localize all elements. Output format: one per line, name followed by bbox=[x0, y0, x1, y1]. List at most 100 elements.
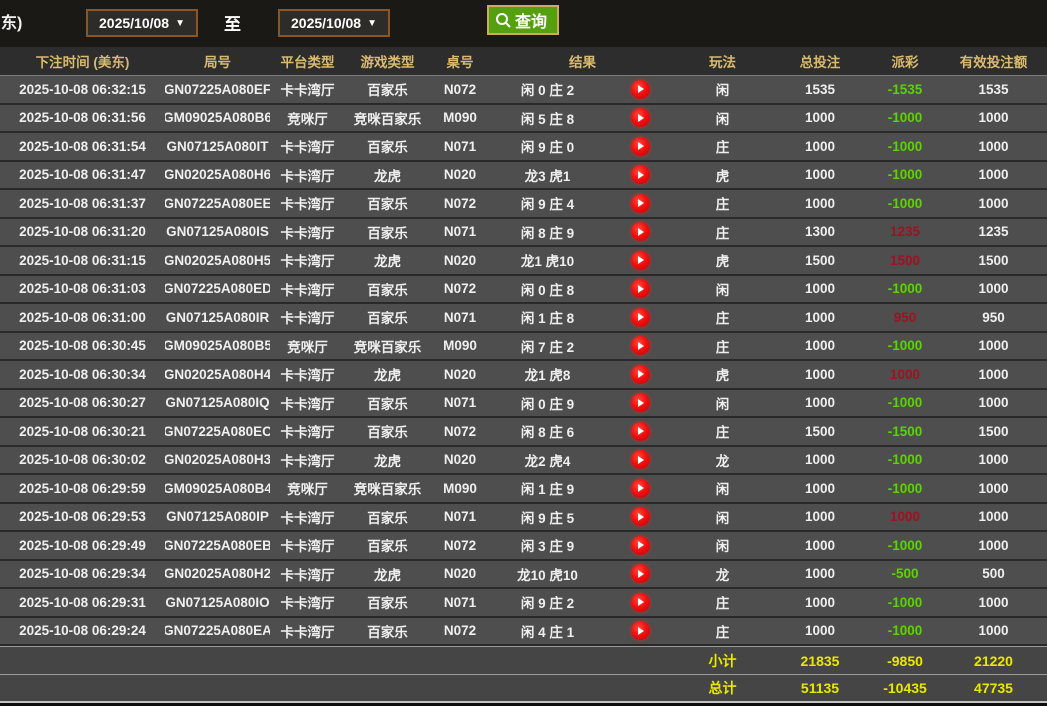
total-bet-cell: 1000 bbox=[804, 366, 836, 382]
play-type-cell: 庄 bbox=[715, 425, 730, 441]
query-button[interactable]: 查询 bbox=[487, 5, 560, 35]
play-video-button[interactable] bbox=[630, 136, 650, 156]
round-id-cell: GM09025A080B6 bbox=[165, 110, 270, 126]
empty-cell bbox=[270, 675, 345, 701]
payout-cell: -1000 bbox=[887, 395, 923, 411]
play-video-button[interactable] bbox=[630, 193, 650, 213]
table-row: 2025-10-08 06:29:34 GN02025A080H2 卡卡湾厅 龙… bbox=[0, 560, 1047, 589]
payout-cell: -1000 bbox=[887, 480, 923, 496]
result-cell: 闲 4 庄 1 bbox=[520, 624, 575, 640]
replay-cell bbox=[605, 447, 675, 474]
play-video-button[interactable] bbox=[630, 336, 650, 356]
payout-cell: -1000 bbox=[887, 167, 923, 183]
bet-time-cell: 2025-10-08 06:30:34 bbox=[19, 366, 146, 382]
play-video-button[interactable] bbox=[630, 222, 650, 242]
play-type-cell: 庄 bbox=[715, 197, 730, 213]
play-video-button[interactable] bbox=[630, 507, 650, 527]
platform-cell: 卡卡湾厅 bbox=[280, 396, 335, 412]
grand-total-payout: -10435 bbox=[883, 680, 927, 696]
play-video-button[interactable] bbox=[630, 108, 650, 128]
play-video-button[interactable] bbox=[630, 279, 650, 299]
replay-cell bbox=[605, 532, 675, 559]
platform-cell: 卡卡湾厅 bbox=[280, 596, 335, 612]
subtotal-payout: -9850 bbox=[887, 652, 923, 669]
header-game-type: 游戏类型 bbox=[360, 55, 415, 70]
payout-cell: -1000 bbox=[887, 452, 923, 468]
platform-cell: 卡卡湾厅 bbox=[280, 282, 335, 298]
result-cell: 闲 9 庄 0 bbox=[520, 140, 575, 156]
table-row: 2025-10-08 06:31:37 GN07225A080EE 卡卡湾厅 百… bbox=[0, 190, 1047, 219]
play-video-button[interactable] bbox=[630, 450, 650, 470]
play-video-button[interactable] bbox=[630, 364, 650, 384]
game-type-cell: 百家乐 bbox=[367, 539, 408, 555]
payout-cell: -1000 bbox=[887, 195, 923, 211]
play-video-button[interactable] bbox=[630, 307, 650, 327]
play-video-button[interactable] bbox=[630, 535, 650, 555]
play-video-button[interactable] bbox=[630, 592, 650, 612]
replay-cell bbox=[605, 618, 675, 645]
date-to-value: 2025/10/08 bbox=[291, 15, 362, 31]
table-row: 2025-10-08 06:31:03 GN07225A080ED 卡卡湾厅 百… bbox=[0, 275, 1047, 304]
play-type-cell: 闲 bbox=[715, 282, 730, 298]
play-video-button[interactable] bbox=[630, 564, 650, 584]
empty-cell bbox=[490, 647, 675, 674]
valid-bet-cell: 1000 bbox=[978, 110, 1009, 126]
empty-cell bbox=[165, 647, 270, 674]
play-video-button[interactable] bbox=[630, 250, 650, 270]
bet-time-cell: 2025-10-08 06:30:21 bbox=[19, 423, 146, 439]
bet-time-cell: 2025-10-08 06:31:47 bbox=[19, 167, 146, 183]
play-icon bbox=[638, 199, 644, 208]
game-type-cell: 竞咪百家乐 bbox=[353, 339, 422, 355]
game-type-cell: 竞咪百家乐 bbox=[353, 111, 422, 127]
round-id-cell: GN07125A080IP bbox=[166, 509, 269, 525]
play-type-cell: 龙 bbox=[715, 567, 730, 583]
game-type-cell: 百家乐 bbox=[367, 624, 408, 640]
play-video-button[interactable] bbox=[630, 165, 650, 185]
bet-time-cell: 2025-10-08 06:31:20 bbox=[19, 224, 146, 240]
replay-cell bbox=[605, 190, 675, 217]
valid-bet-cell: 1000 bbox=[978, 594, 1009, 610]
replay-cell bbox=[605, 361, 675, 388]
empty-cell bbox=[0, 647, 165, 674]
totals-section: 小计 21835 -9850 21220 总计 51135 -10435 477… bbox=[0, 646, 1047, 701]
empty-cell bbox=[165, 675, 270, 701]
bet-time-cell: 2025-10-08 06:29:53 bbox=[19, 509, 146, 525]
total-bet-cell: 1000 bbox=[804, 537, 836, 553]
play-icon bbox=[638, 142, 644, 151]
play-type-cell: 庄 bbox=[715, 140, 730, 156]
table-row: 2025-10-08 06:30:45 GM09025A080B5 竞咪厅 竞咪… bbox=[0, 332, 1047, 361]
grand-total-valid-bet: 47735 bbox=[974, 680, 1013, 696]
platform-cell: 卡卡湾厅 bbox=[280, 168, 335, 184]
play-video-button[interactable] bbox=[630, 421, 650, 441]
table-row: 2025-10-08 06:30:34 GN02025A080H4 卡卡湾厅 龙… bbox=[0, 361, 1047, 390]
platform-cell: 卡卡湾厅 bbox=[280, 510, 335, 526]
table-no-cell: N072 bbox=[443, 423, 477, 439]
date-from-select[interactable]: 2025/10/08 ▼ bbox=[86, 9, 198, 37]
play-video-button[interactable] bbox=[630, 79, 650, 99]
bet-time-cell: 2025-10-08 06:31:15 bbox=[19, 252, 146, 268]
game-type-cell: 百家乐 bbox=[367, 197, 408, 213]
game-type-cell: 龙虎 bbox=[374, 168, 401, 184]
play-icon bbox=[638, 484, 644, 493]
header-table-no: 桌号 bbox=[446, 55, 474, 70]
replay-cell bbox=[605, 247, 675, 274]
game-type-cell: 龙虎 bbox=[374, 254, 401, 270]
payout-cell: -1000 bbox=[887, 623, 923, 639]
play-video-button[interactable] bbox=[630, 621, 650, 641]
query-button-label: 查询 bbox=[515, 14, 548, 31]
result-cell: 闲 9 庄 2 bbox=[520, 596, 575, 612]
date-to-select[interactable]: 2025/10/08 ▼ bbox=[278, 9, 390, 37]
round-id-cell: GN07225A080EE bbox=[165, 195, 270, 211]
table-row: 2025-10-08 06:30:02 GN02025A080H3 卡卡湾厅 龙… bbox=[0, 446, 1047, 475]
play-video-button[interactable] bbox=[630, 393, 650, 413]
round-id-cell: GN07125A080IO bbox=[165, 594, 270, 610]
replay-cell bbox=[605, 333, 675, 360]
play-video-button[interactable] bbox=[630, 478, 650, 498]
bet-time-cell: 2025-10-08 06:29:31 bbox=[19, 594, 146, 610]
platform-cell: 卡卡湾厅 bbox=[280, 254, 335, 270]
subtotal-valid-bet: 21220 bbox=[974, 652, 1013, 669]
play-icon bbox=[638, 313, 644, 322]
table-body: 2025-10-08 06:32:15 GN07225A080EF 卡卡湾厅 百… bbox=[0, 76, 1047, 646]
platform-cell: 卡卡湾厅 bbox=[280, 311, 335, 327]
table-no-cell: N020 bbox=[443, 252, 477, 268]
